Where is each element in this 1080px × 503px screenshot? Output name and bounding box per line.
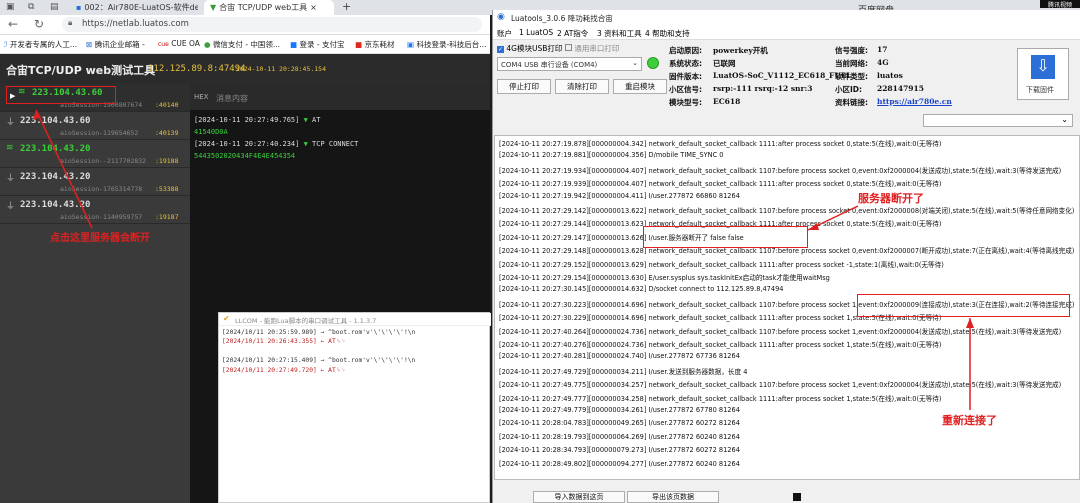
download-icon: ⇩ xyxy=(1031,55,1055,79)
fav-label: 京东耗材 xyxy=(364,40,395,49)
message-data: 41540D0A xyxy=(194,128,228,136)
filter-select[interactable]: ⌄ xyxy=(923,114,1073,127)
fav-label: 登录 - 支付宝 xyxy=(299,40,345,49)
info-value: 17 xyxy=(877,45,888,54)
log-line: [2024-10-11 20:28:34.793][000000079.273]… xyxy=(499,446,740,455)
alipay-icon: ■ xyxy=(290,40,298,49)
close-tab-icon[interactable]: × xyxy=(310,3,317,12)
info-value: 228147915 xyxy=(877,84,924,93)
checkbox-label: 通用串口打印 xyxy=(574,44,620,53)
stop-print-button[interactable]: 停止打印 xyxy=(497,79,551,94)
message-entry: [2024-10-11 20:27:40.234] ▼ TCP CONNECT xyxy=(194,140,358,148)
info-label: 资料链接: xyxy=(835,98,868,107)
fav-label: 科技登录-科技后台... xyxy=(416,40,487,49)
info-value: EC618 xyxy=(713,97,741,106)
message-content-header: 消息内容 xyxy=(216,94,248,103)
download-label: 下载固件 xyxy=(1026,86,1054,94)
export-data-button[interactable]: 导出该页数据 xyxy=(627,491,719,503)
fav-keji[interactable]: ▣ 科技登录-科技后台... xyxy=(407,39,489,50)
info-value: 已联网 xyxy=(713,59,736,68)
fav-alipay[interactable]: ■ 登录 - 支付宝 xyxy=(290,39,344,50)
log-line: [2024-10-11 20:28:49.802][000000094.277]… xyxy=(499,459,740,468)
checkbox-label: 4G模块USB打印 xyxy=(506,44,563,53)
log-line: [2024-10-11 20:27:19.939][000000004.407]… xyxy=(499,180,942,189)
message-entry: [2024-10-11 20:27:49.765] ▼ AT xyxy=(194,116,320,124)
info-label: 小区ID: xyxy=(835,85,863,94)
corner-badge: 腾讯视频 xyxy=(1040,0,1080,9)
message-label: AT xyxy=(312,116,321,124)
message-data: 5443502020434F4E4E454354 xyxy=(194,152,296,160)
info-value: LuatOS-SoC_V1112_EC618_FULL xyxy=(713,71,852,80)
uart-print-checkbox[interactable]: 通用串口打印 xyxy=(565,43,619,54)
unchecked-icon xyxy=(565,44,572,51)
info-label: 模块型号: xyxy=(669,98,702,107)
luat-tab-icon: ▼ xyxy=(210,3,217,12)
annotation-server-disconnected: 服务器断开了 xyxy=(858,192,924,205)
import-data-button[interactable]: 导入数据到这页 xyxy=(533,491,625,503)
port-select[interactable]: COM4 USB 串行设备 (COM4) ⌄ xyxy=(497,57,642,71)
llcom-logo-icon: ✔ xyxy=(223,314,230,323)
llcom-line: [2024/10/11 20:25:59.989] → ^boot.rom'v'… xyxy=(222,329,416,336)
fav-label: 微信支付 - 中国领... xyxy=(212,40,281,49)
info-label: 小区信号: xyxy=(669,85,702,94)
info-label: 固件版本: xyxy=(669,72,702,81)
restart-module-button[interactable]: 重启模块 xyxy=(613,79,667,94)
info-label: 当前网络: xyxy=(835,59,868,68)
log-line: [2024-10-11 20:27:19.881][000000004.356]… xyxy=(499,151,724,160)
info-label: 软件类型: xyxy=(835,72,868,81)
menu-luatos[interactable]: 1 LuatOS xyxy=(519,28,553,37)
download-firmware-button[interactable]: ⇩ 下载固件 xyxy=(1017,48,1069,100)
info-value: rsrp:-111 rsrq:-12 snr:3 xyxy=(713,84,813,93)
llcom-window: ✔ LLCOM - 能跑Lua脚本的串口调试工具 - 1.1.3.7 [2024… xyxy=(218,312,491,503)
info-value: powerkey开机 xyxy=(713,46,768,55)
status-light xyxy=(647,57,659,69)
log-line: [2024-10-11 20:27:19.878][000000004.342]… xyxy=(499,140,942,148)
llcom-title: LLCOM - 能跑Lua脚本的串口调试工具 - 1.1.3.7 xyxy=(235,317,377,325)
port-value: COM4 USB 串行设备 (COM4) xyxy=(501,61,598,69)
info-value: luatos xyxy=(877,71,903,80)
menu-account[interactable]: 账户 xyxy=(497,28,512,39)
log-line: [2024-10-11 20:28:19.793][000000064.269]… xyxy=(499,432,740,441)
luatools-title: Luatools_3.0.6 降功耗找合宙 xyxy=(511,14,613,23)
menu-at[interactable]: 2 AT指令 xyxy=(557,28,588,39)
tab-tcp-udp-tool[interactable]: ▼ 合宙 TCP/UDP web工具 × xyxy=(204,0,334,15)
checked-icon: ✓ xyxy=(497,46,504,53)
llcom-line: [2024/10/11 20:27:49.720] ← AT␍␊ xyxy=(222,367,346,374)
info-label: 系统状态: xyxy=(669,59,702,68)
hex-toggle[interactable]: HEX xyxy=(194,93,208,101)
clear-print-button[interactable]: 清除打印 xyxy=(555,79,609,94)
usb-print-checkbox[interactable]: ✓ 4G模块USB打印 xyxy=(497,43,562,54)
chevron-down-icon: ⌄ xyxy=(632,59,638,67)
annotation-arrows xyxy=(807,205,974,410)
log-line: [2024-10-11 20:27:19.934][000000004.407]… xyxy=(499,166,1062,175)
fav-jd[interactable]: ■ 京东耗材 xyxy=(355,39,394,50)
message-time: [2024-10-11 20:27:40.234] xyxy=(194,140,300,148)
jd-icon: ■ xyxy=(355,40,363,49)
annotation-reconnected: 重新连接了 xyxy=(942,414,997,427)
llcom-line: [2024/10/11 20:26:43.355] ← AT␍␊ xyxy=(222,338,346,345)
luatools-logo-icon: ◉ xyxy=(497,12,505,22)
message-label: TCP CONNECT xyxy=(312,140,359,148)
status-indicator xyxy=(793,493,801,501)
chevron-down-icon: ⌄ xyxy=(1061,115,1068,124)
info-label: 启动原因: xyxy=(669,46,702,55)
annotation-arrow xyxy=(33,109,93,229)
info-label: 信号强度: xyxy=(835,46,868,55)
llcom-line: [2024/10/11 20:27:15.409] → ^boot.rom'v'… xyxy=(222,357,416,364)
keji-icon: ▣ xyxy=(407,40,415,49)
message-time: [2024-10-11 20:27:49.765] xyxy=(194,116,300,124)
tab-label: 合宙 TCP/UDP web工具 xyxy=(219,3,308,12)
info-value[interactable]: https://air780e.cn xyxy=(877,97,952,106)
fav-wechat-pay[interactable]: ● 微信支付 - 中国领... xyxy=(204,39,280,50)
annotation-click-here: 点击这里服务器会断开 xyxy=(50,233,150,244)
new-tab-button[interactable]: + xyxy=(342,0,351,13)
menu-help[interactable]: 4 帮助和支持 xyxy=(645,28,690,39)
info-value: 4G xyxy=(877,58,889,67)
server-time: 2024-10-11 20:28:45.154 xyxy=(236,65,327,73)
wechat-icon: ● xyxy=(204,40,211,49)
download-icon: ▼ xyxy=(303,116,308,124)
download-icon: ▼ xyxy=(303,140,308,148)
menu-tools[interactable]: 3 资料和工具 xyxy=(597,28,642,39)
